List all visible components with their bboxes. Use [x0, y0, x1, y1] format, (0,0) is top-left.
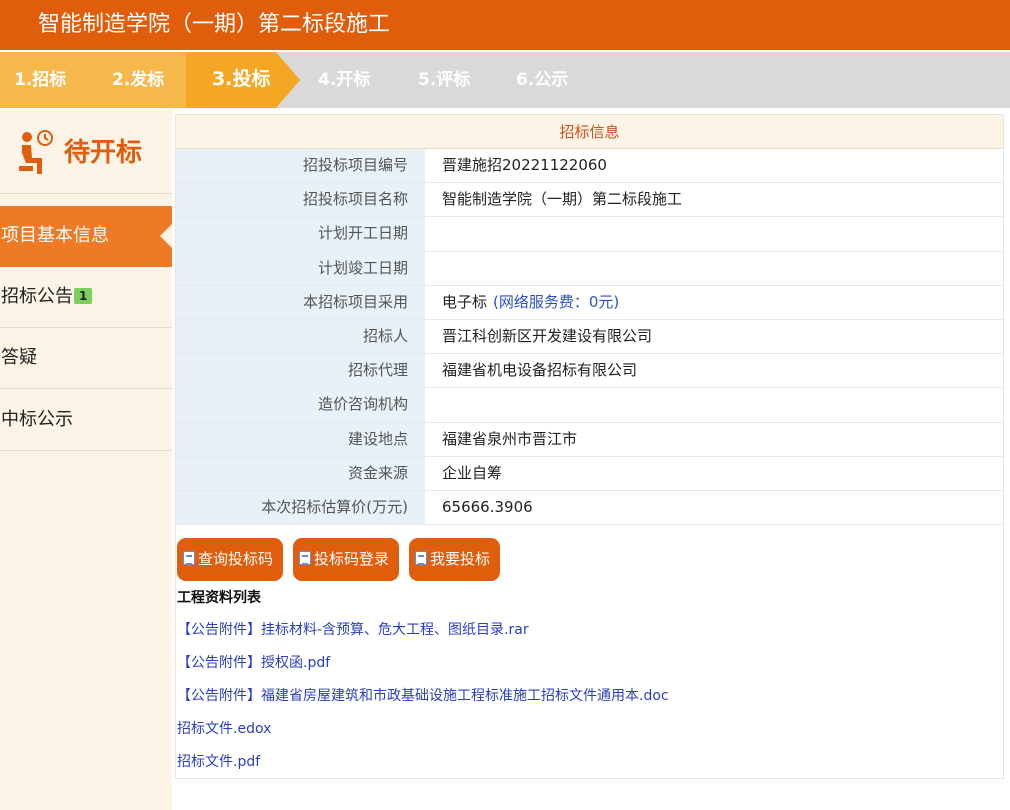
submit-bid-label: 我要投标 [430, 550, 491, 568]
table-row: 招标代理 福建省机电设备招标有限公司 [176, 354, 1003, 389]
row-label: 资金来源 [176, 456, 425, 490]
row-label: 建设地点 [176, 422, 425, 456]
file-link[interactable]: 招标文件.pdf [177, 752, 260, 772]
announcement-label: 招标公告 [1, 286, 73, 307]
sidebar-item-label: 项目基本信息 [1, 225, 109, 246]
files-list-title: 工程资料列表 [177, 590, 261, 606]
file-link[interactable]: 【公告附件】福建省房屋建筑和市政基础设施工程标准施工招标文件通用本.doc [177, 686, 669, 706]
bid-status-box: 待开标 [0, 110, 172, 194]
query-bid-code-button[interactable]: 查询投标码 [177, 538, 283, 581]
row-label: 计划开工日期 [176, 217, 425, 251]
sidebar-item-label: 招标公告 1 [1, 285, 93, 309]
announcement-count-badge: 1 [74, 288, 93, 304]
bid-type-value: 电子标 [442, 292, 488, 311]
bid-code-login-button[interactable]: 投标码登录 [293, 538, 399, 581]
bid-status-label: 待开标 [64, 138, 143, 168]
info-section-title: 招标信息 [176, 115, 1003, 149]
sidebar-item-announcement[interactable]: 招标公告 1 [0, 267, 172, 328]
submit-bid-button[interactable]: 我要投标 [409, 538, 500, 581]
sidebar-item-qa[interactable]: 答疑 [0, 328, 172, 389]
active-indicator [160, 224, 172, 248]
row-value: 智能制造学院（一期）第二标段施工 [442, 190, 683, 209]
table-row: 造价咨询机构 [176, 388, 1003, 423]
page-title: 智能制造学院（一期）第二标段施工 [38, 12, 391, 37]
row-label: 招标代理 [176, 354, 425, 388]
step-1-zhaobiao: 1.招标 [14, 70, 67, 90]
edit-document-icon [183, 551, 195, 565]
page-header: 智能制造学院（一期）第二标段施工 [0, 0, 1010, 50]
table-row: 招标人 晋江科创新区开发建设有限公司 [176, 319, 1003, 355]
info-table: 招投标项目编号 晋建施招20221122060 招投标项目名称 智能制造学院（一… [176, 149, 1003, 526]
step-4-kaibiao: 4.开标 [318, 70, 371, 90]
table-row: 资金来源 企业自筹 [176, 456, 1003, 491]
row-value: 65666.3906 [442, 497, 533, 516]
table-row: 招投标项目名称 智能制造学院（一期）第二标段施工 [176, 183, 1003, 218]
sidebar-item-project-info[interactable]: 项目基本信息 [0, 206, 172, 267]
step-6-gongshi: 6.公示 [516, 70, 569, 90]
row-label: 计划竣工日期 [176, 251, 425, 285]
row-label: 本次招标估算价(万元) [176, 490, 425, 525]
step-2-fabiao: 2.发标 [112, 70, 165, 90]
step-3-toubiao: 3.投标 [212, 68, 271, 90]
service-fee-note: (网络服务费：0元) [493, 292, 620, 311]
bid-code-login-label: 投标码登录 [314, 550, 390, 568]
edit-document-icon [299, 551, 311, 565]
table-row: 招投标项目编号 晋建施招20221122060 [176, 149, 1003, 184]
sidebar-item-label: 答疑 [1, 347, 37, 368]
row-value: 福建省泉州市晋江市 [442, 429, 578, 448]
waiting-person-clock-icon [19, 130, 53, 174]
row-label: 招投标项目名称 [176, 183, 425, 217]
sidebar-item-award-notice[interactable]: 中标公示 [0, 390, 172, 451]
sidebar: 待开标 项目基本信息 招标公告 1 答疑 中标公示 [0, 110, 172, 810]
table-row: 计划竣工日期 [176, 251, 1003, 286]
row-value: 福建省机电设备招标有限公司 [442, 361, 638, 380]
row-label: 本招标项目采用 [176, 285, 425, 319]
file-link[interactable]: 招标文件.edox [177, 719, 271, 739]
sidebar-item-label: 中标公示 [1, 409, 73, 430]
table-row: 建设地点 福建省泉州市晋江市 [176, 422, 1003, 457]
row-value: 企业自筹 [442, 463, 503, 482]
table-row: 本次招标估算价(万元) 65666.3906 [176, 490, 1003, 526]
file-link[interactable]: 【公告附件】挂标材料-含预算、危大工程、图纸目录.rar [177, 620, 529, 640]
query-bid-code-label: 查询投标码 [198, 550, 274, 568]
file-link[interactable]: 【公告附件】授权函.pdf [177, 653, 330, 673]
row-label: 造价咨询机构 [176, 388, 425, 422]
row-label: 招投标项目编号 [176, 149, 425, 183]
main-content: 招标信息 招投标项目编号 晋建施招20221122060 招投标项目名称 智能制… [175, 114, 1004, 779]
table-row: 计划开工日期 [176, 217, 1003, 252]
row-value: 电子标 (网络服务费：0元) [442, 286, 619, 319]
table-row: 本招标项目采用 电子标 (网络服务费：0元) [176, 285, 1003, 320]
row-label: 招标人 [176, 319, 425, 354]
edit-document-icon [415, 551, 427, 565]
step-5-pingbiao: 5.评标 [418, 70, 471, 90]
row-value: 晋建施招20221122060 [442, 156, 607, 174]
row-value: 晋江科创新区开发建设有限公司 [442, 326, 653, 345]
progress-steps: 1.招标 2.发标 3.投标 4.开标 5.评标 6.公示 [0, 52, 1010, 108]
